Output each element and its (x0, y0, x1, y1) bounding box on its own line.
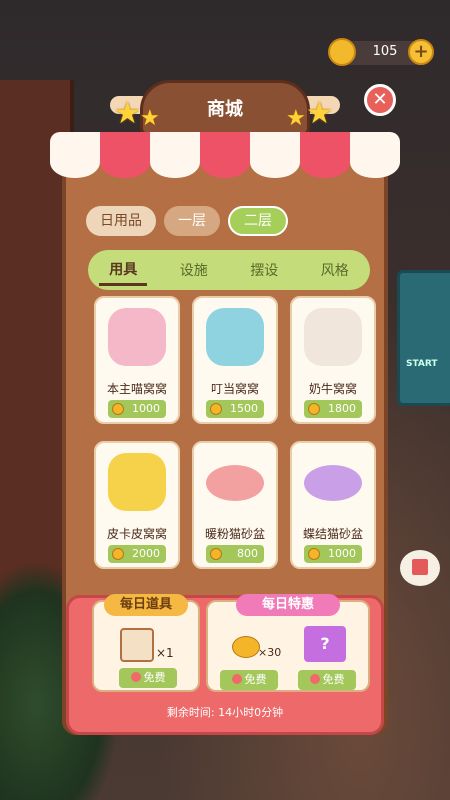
price-button[interactable]: 1000 (304, 544, 362, 563)
daily-item-count: ×1 (156, 646, 174, 660)
price-button[interactable]: 1800 (304, 400, 362, 418)
item-card[interactable]: 暖粉猫砂盆 800 (192, 440, 278, 569)
item-name: 本主喵窝窝 (106, 382, 167, 396)
item-price: 1000 (132, 402, 160, 415)
coin-amount: 105 (372, 44, 398, 59)
shop-title: 商城 (207, 99, 243, 120)
tab-decor[interactable]: 摆设 (240, 256, 288, 284)
item-card[interactable]: 皮卡皮窝窝 2000 (94, 440, 180, 569)
tab-floor-2[interactable]: 二层 (228, 206, 288, 236)
item-price: 1800 (328, 402, 356, 415)
item-price: 800 (237, 546, 258, 560)
item-name: 蝶结猫砂盆 (302, 526, 363, 541)
item-price: 1500 (230, 402, 258, 415)
tab-daily-goods[interactable]: 日用品 (86, 206, 156, 236)
daily-deal-free-button[interactable]: 免费 (298, 670, 356, 690)
star-icon: ★ (140, 106, 160, 131)
star-icon: ★ (286, 106, 306, 131)
coin-icon (210, 403, 222, 415)
item-card[interactable]: 叮当窝窝 1500 (192, 296, 278, 424)
tab-tools[interactable]: 用具 (99, 255, 148, 286)
price-button[interactable]: 2000 (108, 544, 166, 563)
cat-bed-pink-icon (108, 308, 166, 366)
coin-icon (112, 547, 124, 560)
mystery-box-icon: ? (304, 626, 346, 662)
coin-icon (112, 403, 124, 415)
coin-stack-icon (232, 636, 260, 658)
item-name: 奶牛窝窝 (308, 382, 357, 396)
item-card[interactable]: 本主喵窝窝 1000 (94, 296, 180, 424)
daily-deal-title: 每日特惠 (236, 594, 340, 616)
free-label: 免费 (322, 673, 345, 686)
category-tabs: 日用品 一层 二层 (86, 206, 288, 236)
daily-deal-count: ×30 (258, 646, 282, 659)
litter-box-purple-icon (304, 464, 362, 501)
item-name: 暖粉猫砂盆 (204, 526, 265, 541)
litter-box-pink-icon (206, 464, 264, 501)
price-button[interactable]: 1000 (108, 400, 166, 418)
star-icon: ★ (306, 96, 333, 131)
item-name: 皮卡皮窝窝 (106, 526, 167, 541)
machine-sign: START (406, 359, 438, 369)
star-icon: ★ (114, 96, 141, 131)
item-card[interactable]: 蝶结猫砂盆 1000 (290, 440, 376, 569)
tab-facilities[interactable]: 设施 (170, 256, 218, 284)
video-icon (231, 674, 242, 684)
item-name: 叮当窝窝 (210, 382, 259, 396)
coin-icon (210, 547, 222, 560)
free-label: 免费 (143, 671, 166, 684)
item-grid: 本主喵窝窝 1000 叮当窝窝 1500 奶牛窝窝 1800 皮卡皮窝窝 200… (94, 296, 378, 571)
coin-icon (308, 547, 320, 560)
cat-bed-cow-icon (304, 308, 362, 366)
coin-display: 105 + (328, 38, 434, 66)
item-card[interactable]: 奶牛窝窝 1800 (290, 296, 376, 424)
refresh-timer: 剩余时间: 14小时0分钟 (166, 706, 284, 719)
price-button[interactable]: 800 (206, 544, 264, 563)
item-price: 2000 (132, 546, 160, 560)
add-coins-button[interactable]: + (408, 39, 434, 65)
tab-floor-1[interactable]: 一层 (164, 206, 220, 236)
cat-bed-yellow-icon (108, 452, 166, 511)
title-plate: 商城 (140, 80, 310, 136)
free-label: 免费 (244, 673, 267, 686)
background-machine: START (397, 270, 450, 406)
daily-item-title: 每日道具 (104, 594, 188, 616)
gift-icon (412, 559, 428, 575)
coin-icon (308, 403, 320, 415)
gift-button[interactable] (400, 550, 440, 586)
video-icon (309, 674, 320, 684)
cat-bed-blue-icon (206, 308, 264, 366)
awning (50, 132, 400, 192)
subcategory-tabs: 用具 设施 摆设 风格 (88, 250, 370, 290)
daily-item-free-button[interactable]: 免费 (119, 668, 177, 688)
tab-style[interactable]: 风格 (311, 256, 359, 284)
coin-icon (328, 38, 356, 66)
price-button[interactable]: 1500 (206, 400, 264, 418)
close-button[interactable]: ✕ (364, 84, 396, 116)
item-price: 1000 (328, 546, 356, 560)
cat-toy-icon (120, 628, 154, 662)
daily-deal-free-button[interactable]: 免费 (220, 670, 278, 690)
video-icon (130, 672, 141, 682)
